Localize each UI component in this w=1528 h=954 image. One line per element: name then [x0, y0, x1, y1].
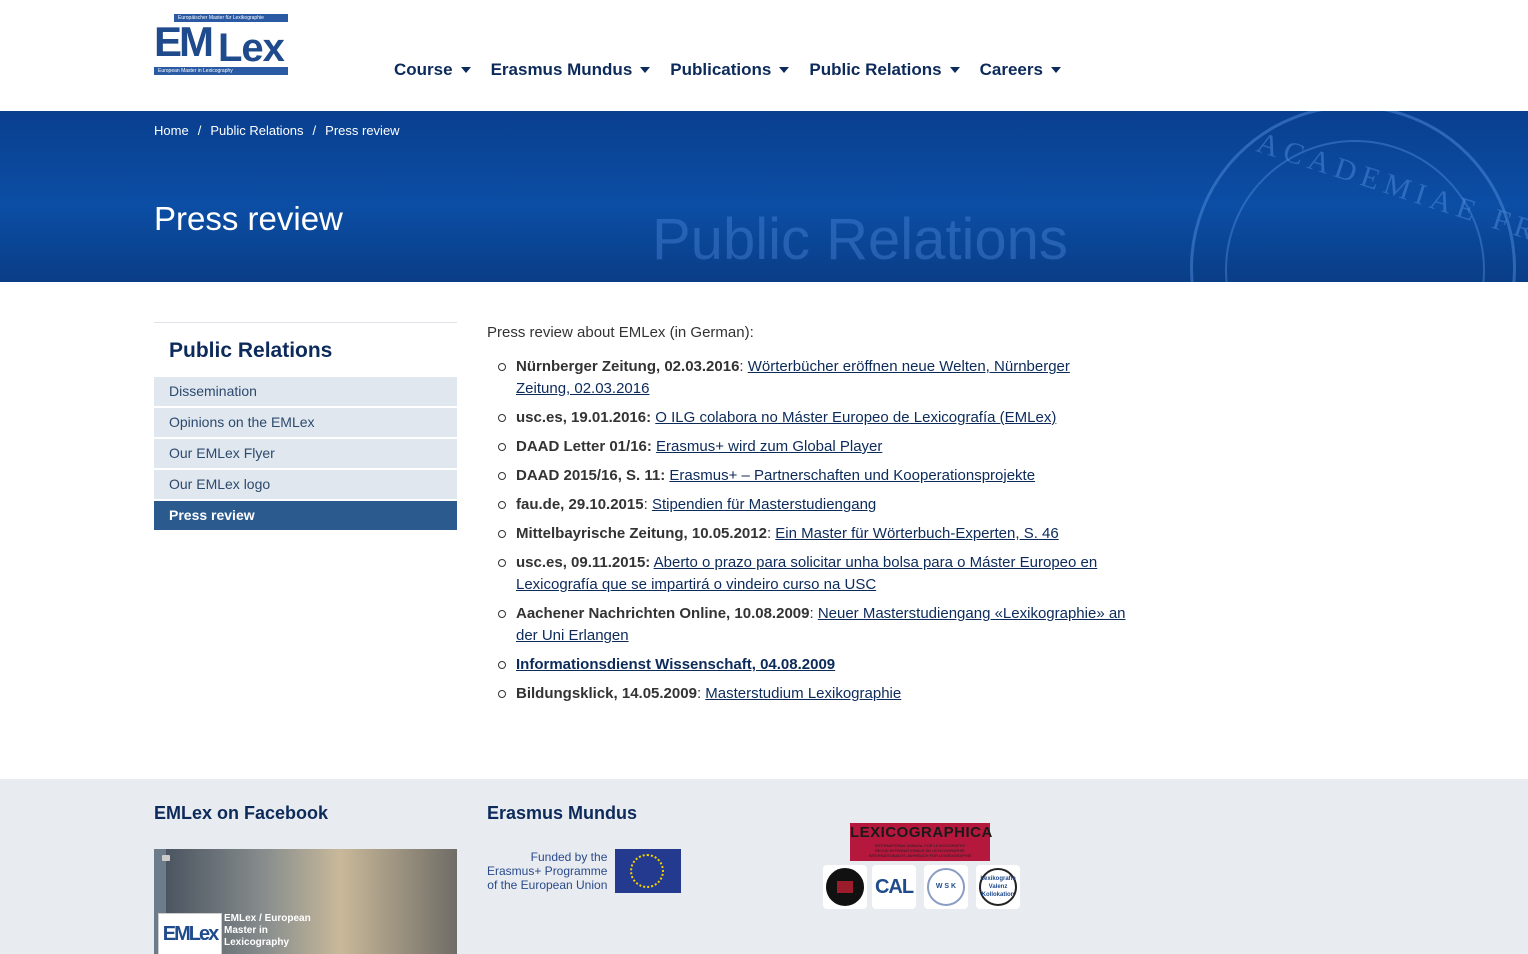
nav-publications-label: Publications [670, 60, 772, 79]
press-link[interactable]: O ILG colabora no Máster Europeo de Lexi… [655, 409, 1056, 426]
intro-text: Press review about EMLex (in German): [487, 324, 754, 341]
press-sep: : [739, 358, 748, 375]
cal-logo-text: CAL [874, 875, 914, 898]
list-item: DAAD 2015/16, S. 11: Erasmus+ – Partners… [487, 465, 1127, 487]
list-item: DAAD Letter 01/16: Erasmus+ wird zum Glo… [487, 436, 1127, 458]
press-list: Nürnberger Zeitung, 02.03.2016: Wörterbü… [487, 356, 1127, 705]
nav-public-relations[interactable]: Public Relations [809, 58, 960, 82]
logo-lex: Lex [218, 26, 285, 70]
academy-emblem-icon [837, 881, 853, 893]
eu-stars-icon [630, 854, 665, 888]
lexikografie-logo-text: Lexikografie Valenz Kollokation [979, 868, 1017, 906]
list-item: Informationsdienst Wissenschaft, 04.08.2… [487, 654, 1127, 676]
press-source: usc.es, 19.01.2016: [516, 409, 652, 426]
facebook-page-logo: EMLex [158, 913, 222, 954]
press-source: fau.de, 29.10.2015 [516, 496, 644, 513]
wsk-logo-text: W S K [927, 868, 965, 906]
erasmus-plus-logo[interactable]: Funded by the Erasmus+ Programme of the … [487, 849, 682, 893]
press-link[interactable]: Erasmus+ – Partnerschaften und Kooperati… [669, 467, 1035, 484]
camera-icon [162, 855, 170, 861]
nav-publications[interactable]: Publications [670, 58, 790, 82]
partner-logo-cal[interactable]: CAL [872, 865, 916, 909]
press-link[interactable]: Masterstudium Lexikographie [705, 685, 901, 702]
site-header: Europäischer Master für Lexikographie EM… [0, 0, 1528, 111]
facebook-heading: EMLex on Facebook [154, 803, 329, 823]
eu-text-line-3: of the European Union [487, 878, 608, 892]
press-source: Mittelbayrische Zeitung, 10.05.2012 [516, 525, 767, 542]
sidebar-item-flyer[interactable]: Our EMLex Flyer [154, 439, 457, 468]
banner-watermark-text: Public Relations [652, 207, 1068, 272]
press-source: usc.es, 09.11.2015: [516, 554, 651, 571]
list-item: Nürnberger Zeitung, 02.03.2016: Wörterbü… [487, 356, 1127, 400]
press-source: DAAD 2015/16, S. 11: [516, 467, 666, 484]
caret-down-icon [1050, 67, 1061, 73]
eu-text-line-2: Erasmus+ Programme [487, 864, 608, 878]
press-source: Aachener Nachrichten Online, 10.08.2009 [516, 605, 810, 622]
university-seal-watermark: ACADEMIAE FRIDERICO ALE [1190, 111, 1528, 282]
caret-down-icon [779, 67, 790, 73]
caret-down-icon [949, 67, 960, 73]
press-source: Nürnberger Zeitung, 02.03.2016 [516, 358, 740, 375]
breadcrumb-home[interactable]: Home [154, 123, 189, 138]
page-title: Press review [154, 200, 343, 237]
logo-bottom-strip: European Master in Lexicography [154, 67, 288, 75]
breadcrumb-separator: / [312, 123, 317, 138]
list-item: Mittelbayrische Zeitung, 10.05.2012: Ein… [487, 523, 1127, 545]
nav-careers[interactable]: Careers [980, 58, 1061, 82]
erasmus-heading: Erasmus Mundus [487, 803, 638, 823]
partner-logo-academy[interactable] [823, 865, 867, 909]
main-nav: Course Erasmus Mundus Publications Publi… [394, 58, 1081, 82]
list-item: usc.es, 19.01.2016: O ILG colabora no Má… [487, 407, 1127, 429]
press-source: DAAD Letter 01/16: [516, 438, 652, 455]
press-link[interactable]: Erasmus+ wird zum Global Player [656, 438, 882, 455]
partner-logo-lexikografie[interactable]: Lexikografie Valenz Kollokation [976, 865, 1020, 909]
nav-course-label: Course [394, 60, 453, 79]
emlex-logo[interactable]: Europäischer Master für Lexikographie EM… [154, 14, 288, 76]
main-content: Press review about EMLex (in German): Nü… [487, 322, 1127, 712]
sidebar-item-opinions[interactable]: Opinions on the EMLex [154, 408, 457, 437]
sidebar-item-dissemination[interactable]: Dissemination [154, 377, 457, 406]
eu-flag-icon [615, 849, 682, 893]
caret-down-icon [640, 67, 651, 73]
breadcrumb-current: Press review [325, 123, 400, 138]
facebook-page-name[interactable]: EMLex / European Master in Lexicography [224, 913, 314, 949]
list-item: Bildungsklick, 14.05.2009: Masterstudium… [487, 683, 1127, 705]
partner-logo-wsk[interactable]: W S K [924, 865, 968, 909]
breadcrumb: Home / Public Relations / Press review [154, 123, 400, 138]
logo-em: EM [154, 18, 214, 65]
list-item: Aachener Nachrichten Online, 10.08.2009:… [487, 603, 1127, 647]
press-sep: : [643, 496, 652, 513]
academy-seal-icon [826, 868, 864, 906]
facebook-widget[interactable]: EMLex EMLex / European Master in Lexicog… [154, 849, 457, 954]
nav-public-relations-label: Public Relations [809, 60, 942, 79]
eu-text-line-1: Funded by the [530, 850, 608, 864]
press-link[interactable]: Informationsdienst Wissenschaft, 04.08.2… [516, 656, 835, 673]
press-sep: : [809, 605, 818, 622]
site-footer: EMLex on Facebook EMLex EMLex / European… [0, 779, 1528, 954]
press-source: Bildungsklick, 14.05.2009 [516, 685, 697, 702]
lexicographica-logo[interactable]: LEXICOGRAPHICA INTERNATIONAL ANNUAL FOR … [850, 823, 993, 861]
caret-down-icon [460, 67, 471, 73]
sidebar: Public Relations Dissemination Opinions … [154, 322, 457, 532]
breadcrumb-separator: / [197, 123, 202, 138]
nav-erasmus-label: Erasmus Mundus [490, 60, 633, 79]
nav-careers-label: Careers [979, 60, 1043, 79]
sidebar-item-press-review[interactable]: Press review [154, 501, 457, 530]
nav-course[interactable]: Course [394, 58, 471, 82]
lexicographica-title: LEXICOGRAPHICA [850, 824, 993, 841]
press-link[interactable]: Stipendien für Masterstudiengang [652, 496, 876, 513]
breadcrumb-public-relations[interactable]: Public Relations [210, 123, 303, 138]
list-item: fau.de, 29.10.2015: Stipendien für Maste… [487, 494, 1127, 516]
list-item: usc.es, 09.11.2015: Aberto o prazo para … [487, 552, 1127, 596]
page-banner: ACADEMIAE FRIDERICO ALE Home / Public Re… [0, 111, 1528, 282]
sidebar-item-logo[interactable]: Our EMLex logo [154, 470, 457, 499]
nav-erasmus-mundus[interactable]: Erasmus Mundus [491, 58, 651, 82]
eu-funding-text: Funded by the Erasmus+ Programme of the … [487, 850, 607, 893]
press-link[interactable]: Ein Master für Wörterbuch-Experten, S. 4… [775, 525, 1058, 542]
sidebar-heading: Public Relations [169, 339, 333, 362]
lexicographica-subtitle-3: INTERNATIONALES JAHRBUCH FÜR LEXIKOGRAPH… [868, 853, 972, 858]
